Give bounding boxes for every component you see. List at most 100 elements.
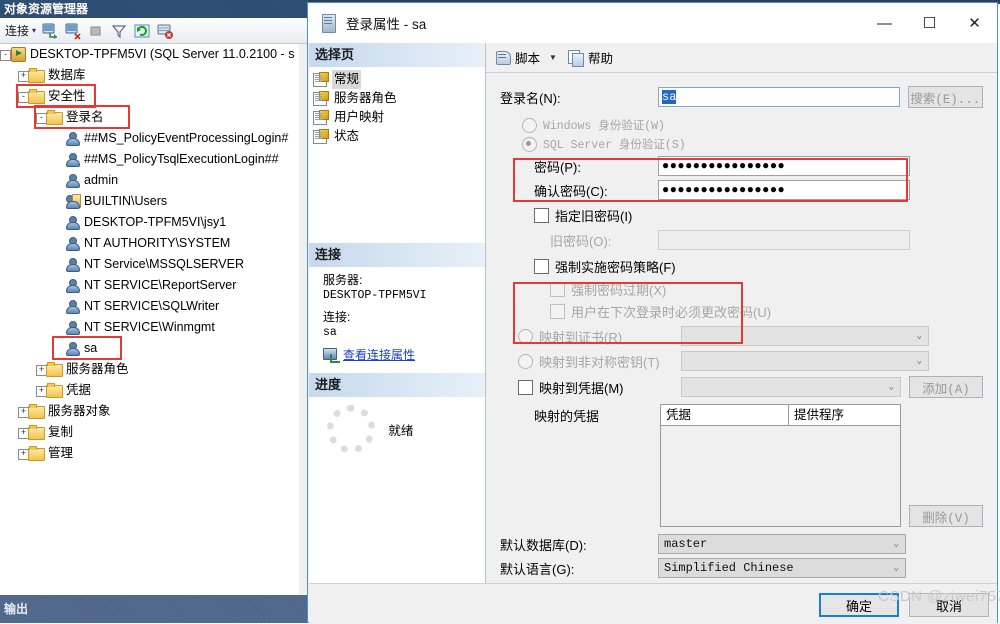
disconnect-all-icon[interactable]: [156, 22, 174, 40]
script-toolbar: 脚本 ▼ 帮助: [486, 43, 997, 73]
tree-node[interactable]: NT SERVICE\Winmgmt: [0, 317, 308, 338]
ok-button[interactable]: 确定: [819, 593, 899, 617]
page-item-label: 常规: [332, 70, 362, 89]
map-to-asymmetric-key-combo: ⌄: [681, 351, 929, 371]
chevron-down-icon[interactable]: ⌄: [894, 563, 903, 573]
search-button[interactable]: 搜索(E)...: [907, 86, 983, 108]
tree-node[interactable]: + 复制: [0, 422, 308, 443]
page-list[interactable]: 常规 服务器角色 用户映射 状态: [309, 67, 485, 146]
view-connection-properties-label[interactable]: 查看连接属性: [343, 348, 415, 362]
folder-icon: [28, 68, 45, 83]
tree-node[interactable]: - 安全性: [0, 86, 308, 107]
tree-node-label: NT SERVICE\ReportServer: [84, 278, 237, 292]
connect-object-explorer-icon[interactable]: [41, 22, 59, 40]
tree-node[interactable]: sa: [0, 338, 308, 359]
confirm-password-input[interactable]: ●●●●●●●●●●●●●●●●: [658, 180, 910, 200]
tree-node[interactable]: + 服务器角色: [0, 359, 308, 380]
tree-node[interactable]: NT SERVICE\ReportServer: [0, 275, 308, 296]
map-to-asymmetric-key-radio: [518, 353, 533, 369]
progress-header: 进度: [309, 373, 485, 397]
default-database-label: 默认数据库(D):: [500, 537, 587, 553]
help-label: 帮助: [587, 52, 613, 66]
tree-node[interactable]: + 数据库: [0, 65, 308, 86]
default-database-combo[interactable]: master ⌄: [658, 534, 906, 554]
login-icon: [64, 299, 80, 314]
login-disabled-icon: ▼: [64, 152, 80, 168]
login-icon: [64, 215, 80, 230]
help-button[interactable]: 帮助: [565, 46, 616, 69]
script-label: 脚本: [515, 52, 541, 66]
default-language-combo[interactable]: Simplified Chinese ⌄: [658, 558, 906, 578]
tree-node[interactable]: + 管理: [0, 443, 308, 464]
mapped-credentials-label: 映射的凭据: [534, 409, 600, 424]
script-dropdown-icon[interactable]: ▼: [549, 53, 557, 62]
chevron-down-icon[interactable]: ⌄: [894, 539, 903, 549]
connect-menu-button[interactable]: 连接: [5, 22, 29, 39]
tree-node[interactable]: BUILTIN\Users: [0, 191, 308, 212]
specify-old-password-checkbox[interactable]: [534, 208, 549, 223]
password-input[interactable]: ●●●●●●●●●●●●●●●●: [658, 156, 910, 176]
map-to-certificate-combo: ⌄: [681, 326, 929, 346]
refresh-icon[interactable]: [133, 22, 151, 40]
table-header-row: 凭据 提供程序: [661, 405, 900, 426]
tree-node[interactable]: + 凭据: [0, 380, 308, 401]
windows-auth-radio[interactable]: [522, 117, 537, 133]
tree-node[interactable]: - 登录名: [0, 107, 308, 128]
cancel-button[interactable]: 取消: [909, 593, 989, 617]
tree-node[interactable]: + 服务器对象: [0, 401, 308, 422]
page-item-label: 服务器角色: [334, 91, 397, 105]
tree-node-label: 登录名: [66, 110, 104, 124]
map-to-asymmetric-key-label: 映射到非对称密钥(T): [539, 354, 660, 370]
maximize-button[interactable]: ☐: [907, 4, 952, 42]
tree-node-label: 凭据: [66, 383, 92, 397]
view-connection-properties-link[interactable]: 查看连接属性: [323, 348, 477, 363]
page-item-label: 用户映射: [334, 110, 385, 124]
chevron-down-icon: ⌄: [916, 356, 922, 366]
tree-node-label: 安全性: [48, 89, 86, 103]
login-properties-icon: [320, 13, 338, 33]
dialog-title-text: 登录属性 - sa: [346, 17, 427, 32]
map-to-credential-label: 映射到凭据(M): [539, 380, 624, 396]
tree-node[interactable]: ▼ ##MS_PolicyEventProcessingLogin#: [0, 128, 308, 149]
map-to-certificate-radio: [518, 328, 533, 344]
tree-node[interactable]: NT Service\MSSQLSERVER: [0, 254, 308, 275]
script-button[interactable]: 脚本: [492, 46, 543, 69]
dialog-right-pane: 脚本 ▼ 帮助 登录名(N): sa 搜索(E)... Windows 身份验证…: [486, 43, 997, 583]
chevron-down-icon[interactable]: ▾: [32, 26, 36, 35]
tree-node[interactable]: ▼ ##MS_PolicyTsqlExecutionLogin##: [0, 149, 308, 170]
page-icon: [313, 91, 329, 106]
login-name-input[interactable]: sa: [658, 87, 900, 107]
server-label: 服务器:: [323, 273, 363, 287]
login-icon: [64, 257, 80, 272]
object-explorer-tree[interactable]: - DESKTOP-TPFM5VI (SQL Server 11.0.2100 -…: [0, 44, 309, 595]
map-to-credential-checkbox[interactable]: [518, 379, 533, 395]
disconnect-object-explorer-icon[interactable]: [64, 22, 82, 40]
minimize-button[interactable]: —: [862, 4, 907, 42]
filter-icon[interactable]: [110, 22, 128, 40]
tree-node[interactable]: DESKTOP-TPFM5VI\jsy1: [0, 212, 308, 233]
folder-icon: [28, 425, 45, 440]
old-password-label: 旧密码(O):: [550, 233, 612, 249]
select-page-header: 选择页: [309, 43, 485, 67]
page-item-server-roles[interactable]: 服务器角色: [313, 89, 485, 108]
output-panel-tab[interactable]: 输出: [0, 595, 308, 623]
default-language-value: Simplified Chinese: [664, 561, 794, 575]
confirm-password-label: 确认密码(C):: [534, 183, 608, 199]
tree-node[interactable]: admin: [0, 170, 308, 191]
page-item-general[interactable]: 常规: [313, 70, 485, 89]
login-disabled-icon: ▼: [64, 131, 80, 147]
close-button[interactable]: ✕: [952, 4, 997, 42]
tree-node[interactable]: - DESKTOP-TPFM5VI (SQL Server 11.0.2100 -…: [0, 44, 308, 65]
add-credential-button: 添加(A): [909, 376, 983, 398]
script-icon: [495, 50, 512, 65]
enforce-password-policy-checkbox[interactable]: [534, 259, 549, 274]
tree-node[interactable]: NT AUTHORITY\SYSTEM: [0, 233, 308, 254]
tree-node[interactable]: NT SERVICE\SQLWriter: [0, 296, 308, 317]
login-name-value: sa: [662, 90, 677, 104]
page-item-user-mapping[interactable]: 用户映射: [313, 108, 485, 127]
mapped-credentials-table[interactable]: 凭据 提供程序: [660, 404, 901, 527]
sql-auth-radio[interactable]: [522, 136, 537, 152]
folder-icon: [28, 404, 45, 419]
page-item-status[interactable]: 状态: [313, 127, 485, 146]
object-explorer-toolbar: 连接 ▾: [0, 18, 308, 44]
